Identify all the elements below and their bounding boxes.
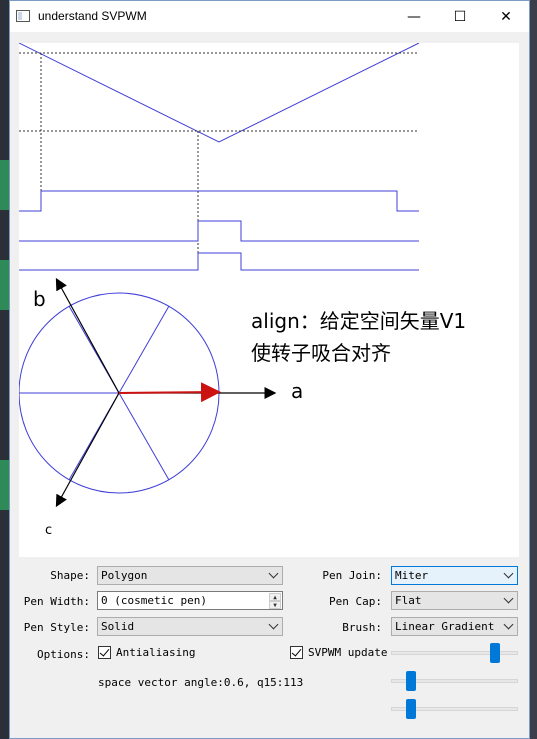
shape-label: Shape: — [50, 569, 90, 582]
slider-2[interactable] — [391, 671, 518, 691]
chevron-down-icon — [268, 619, 279, 630]
align-annotation-line1: align：给定空间矢量V1 — [251, 309, 467, 333]
spin-up-icon[interactable]: ▲ — [269, 593, 281, 601]
title-bar[interactable]: understand SVPWM — ☐ ✕ — [10, 1, 529, 32]
antialiasing-checkbox[interactable]: Antialiasing — [98, 646, 195, 659]
chevron-down-icon — [503, 568, 514, 579]
chevron-down-icon — [268, 568, 279, 579]
slider-3[interactable] — [391, 699, 518, 719]
minimize-button[interactable]: — — [391, 1, 437, 32]
pen-width-label: Pen Width: — [23, 595, 90, 608]
slider-thumb[interactable] — [406, 699, 417, 719]
window-title: understand SVPWM — [38, 9, 147, 23]
slider-thumb[interactable] — [490, 643, 501, 663]
pwm-wave-c — [19, 252, 419, 271]
antialiasing-label: Antialiasing — [116, 646, 196, 659]
svpwm-update-label: SVPWM update — [308, 646, 388, 659]
pen-cap-combo[interactable]: Flat — [391, 591, 518, 610]
app-window: understand SVPWM — ☐ ✕ align：给定空间矢量V1 使转… — [9, 0, 530, 739]
axis-b-label: b — [33, 287, 46, 311]
pen-width-spinbox[interactable]: 0 (cosmetic pen) ▲ ▼ — [97, 591, 283, 610]
align-annotation-line2: 使转子吸合对齐 — [251, 341, 391, 365]
pen-style-combo[interactable]: Solid — [97, 617, 283, 636]
slider-thumb[interactable] — [406, 671, 417, 691]
axis-c-label: c — [45, 523, 53, 538]
pen-cap-label: Pen Cap: — [329, 595, 382, 608]
brush-combo[interactable]: Linear Gradient — [391, 617, 518, 636]
app-window-icon — [16, 10, 30, 22]
checkbox-checked-icon[interactable] — [290, 646, 303, 659]
svpwm-update-checkbox[interactable]: SVPWM update — [290, 646, 387, 659]
pwm-wave-a — [19, 190, 419, 212]
options-label: Options: — [37, 648, 90, 661]
pen-join-combo[interactable]: Miter — [391, 566, 518, 585]
close-button[interactable]: ✕ — [483, 1, 529, 32]
axis-a-label: a — [291, 379, 304, 403]
pen-join-label: Pen Join: — [322, 569, 382, 582]
chevron-down-icon — [503, 593, 514, 604]
axis-b-arrow — [55, 277, 120, 394]
pwm-wave-b — [19, 220, 419, 242]
svpwm-plot — [18, 42, 420, 508]
checkbox-checked-icon[interactable] — [98, 646, 111, 659]
render-area[interactable]: align：给定空间矢量V1 使转子吸合对齐 a b c — [18, 42, 519, 557]
carrier-triangle — [18, 42, 420, 143]
spin-down-icon[interactable]: ▼ — [269, 601, 281, 609]
pen-style-label: Pen Style: — [23, 621, 90, 634]
shape-combo[interactable]: Polygon — [97, 566, 283, 585]
slider-1[interactable] — [391, 643, 518, 663]
maximize-button[interactable]: ☐ — [437, 1, 483, 32]
chevron-down-icon — [503, 619, 514, 630]
status-text: space vector angle:0.6, q15:113 — [98, 676, 304, 689]
brush-label: Brush: — [342, 621, 382, 634]
space-vector-v1 — [118, 382, 221, 403]
